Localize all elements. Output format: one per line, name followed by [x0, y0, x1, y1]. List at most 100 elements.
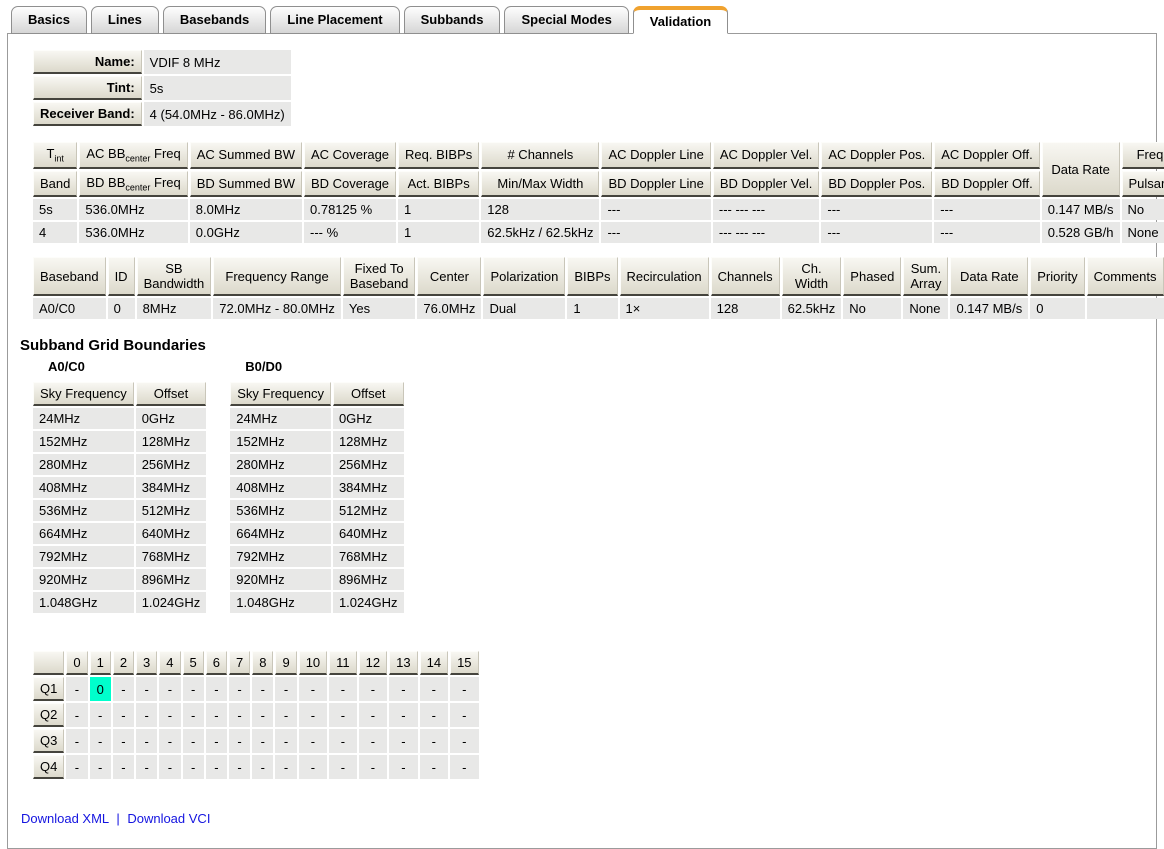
boundary-cell: 536MHz — [33, 500, 134, 521]
validation-summary-table: Tint AC BBcenter Freq AC Summed BW AC Co… — [31, 140, 1164, 245]
boundary-row: 792MHz768MHz — [230, 546, 403, 567]
baseband-row: A0/C008MHz72.0MHz - 80.0MHzYes76.0MHzDua… — [33, 298, 1164, 319]
grid-cell: - — [136, 729, 157, 753]
col-data-rate: Data Rate — [1042, 142, 1120, 197]
grid-cell: - — [90, 755, 111, 779]
grid-cell: - — [450, 755, 478, 779]
tab-line-placement[interactable]: Line Placement — [270, 6, 399, 34]
grid-cell: - — [206, 677, 227, 701]
baseband-col-header: Frequency Range — [213, 257, 341, 296]
link-separator: | — [116, 811, 119, 826]
col-bd-doppler-off: BD Doppler Off. — [934, 171, 1040, 198]
boundary-row: 1.048GHz1.024GHz — [230, 592, 403, 613]
grid-cell: - — [329, 703, 357, 727]
summary-cell: --- — [601, 222, 710, 243]
boundary-group: A0/C0Sky FrequencyOffset24MHz0GHz152MHz1… — [31, 359, 208, 615]
grid-cell: - — [206, 755, 227, 779]
grid-cell: - — [275, 703, 296, 727]
baseband-col-header: Fixed To Baseband — [343, 257, 416, 296]
summary-cell: 4 — [33, 222, 77, 243]
boundary-row: 920MHz896MHz — [33, 569, 206, 590]
boundary-cell: 0GHz — [333, 408, 404, 429]
grid-row: Q3---------------- — [33, 729, 479, 753]
grid-col-header: 12 — [359, 651, 387, 675]
col-act-bibps: Act. BIBPs — [398, 171, 479, 198]
col-ac-doppler-off: AC Doppler Off. — [934, 142, 1040, 169]
baseband-table: BasebandIDSB BandwidthFrequency RangeFix… — [31, 255, 1164, 321]
summary-row: 5s536.0MHz8.0MHz0.78125 %1128------ --- … — [33, 199, 1164, 220]
tab-special-modes[interactable]: Special Modes — [504, 6, 628, 34]
boundary-table: Sky FrequencyOffset24MHz0GHz152MHz128MHz… — [228, 380, 405, 615]
grid-cell: - — [229, 703, 250, 727]
boundary-group-label: A0/C0 — [48, 359, 208, 374]
col-freq-avg: Freq Avg — [1122, 142, 1164, 169]
content-panel: Name: VDIF 8 MHz Tint: 5s Receiver Band:… — [7, 33, 1157, 849]
summary-cell: --- — [934, 199, 1040, 220]
boundary-group-label: B0/D0 — [245, 359, 405, 374]
download-vci-link[interactable]: Download VCI — [127, 811, 210, 826]
boundary-row: 152MHz128MHz — [230, 431, 403, 452]
grid-cell: - — [252, 755, 273, 779]
grid-cell: - — [229, 755, 250, 779]
tab-lines[interactable]: Lines — [91, 6, 159, 34]
boundary-cell: 768MHz — [333, 546, 404, 567]
boundary-cell: 24MHz — [33, 408, 134, 429]
grid-cell: - — [113, 703, 134, 727]
tab-subbands[interactable]: Subbands — [404, 6, 501, 34]
grid-cell: - — [450, 703, 478, 727]
baseband-cell: 0 — [108, 298, 135, 319]
summary-cell: --- — [601, 199, 710, 220]
grid-cell: - — [389, 729, 417, 753]
tab-basebands[interactable]: Basebands — [163, 6, 266, 34]
grid-col-header: 11 — [329, 651, 357, 675]
boundary-cell: 920MHz — [230, 569, 331, 590]
boundary-cell: 128MHz — [136, 431, 207, 452]
col-req-bibps: Req. BIBPs — [398, 142, 479, 169]
boundary-cell: 256MHz — [136, 454, 207, 475]
boundary-row: 408MHz384MHz — [33, 477, 206, 498]
grid-col-header: 9 — [275, 651, 296, 675]
baseband-cell: A0/C0 — [33, 298, 106, 319]
grid-cell: - — [66, 755, 87, 779]
grid-highlight-cell: 0 — [90, 677, 111, 701]
summary-cell: 5s — [33, 199, 77, 220]
quadrant-grid-table: 0123456789101112131415Q1-0--------------… — [31, 649, 481, 781]
boundary-row: 536MHz512MHz — [33, 500, 206, 521]
summary-cell: --- — [934, 222, 1040, 243]
grid-cell: - — [66, 703, 87, 727]
grid-cell: - — [420, 677, 448, 701]
baseband-col-header: Recirculation — [620, 257, 709, 296]
resource-info-table: Name: VDIF 8 MHz Tint: 5s Receiver Band:… — [31, 48, 293, 128]
tab-validation[interactable]: Validation — [633, 6, 728, 34]
grid-cell: - — [389, 677, 417, 701]
grid-cell: - — [90, 703, 111, 727]
baseband-cell: No — [843, 298, 901, 319]
summary-header-row-ac: Tint AC BBcenter Freq AC Summed BW AC Co… — [33, 142, 1164, 169]
grid-cell: - — [183, 755, 204, 779]
boundary-cell: 896MHz — [136, 569, 207, 590]
grid-cell: - — [136, 755, 157, 779]
summary-row: 4536.0MHz0.0GHz--- %162.5kHz / 62.5kHz--… — [33, 222, 1164, 243]
boundary-col-header: Offset — [333, 382, 404, 406]
grid-row: Q4---------------- — [33, 755, 479, 779]
grid-col-header: 3 — [136, 651, 157, 675]
tab-basics[interactable]: Basics — [11, 6, 87, 34]
download-xml-link[interactable]: Download XML — [21, 811, 109, 826]
boundary-cell: 792MHz — [230, 546, 331, 567]
grid-cell: - — [113, 729, 134, 753]
boundary-cell: 24MHz — [230, 408, 331, 429]
grid-cell: - — [206, 729, 227, 753]
baseband-cell: 72.0MHz - 80.0MHz — [213, 298, 341, 319]
grid-row: Q1-0-------------- — [33, 677, 479, 701]
summary-cell: 1 — [398, 222, 479, 243]
grid-col-header: 0 — [66, 651, 87, 675]
grid-cell: - — [66, 677, 87, 701]
summary-cell: 8.0MHz — [190, 199, 302, 220]
col-ac-doppler-vel: AC Doppler Vel. — [713, 142, 820, 169]
boundary-row: 664MHz640MHz — [230, 523, 403, 544]
grid-cell: - — [252, 729, 273, 753]
grid-col-header: 6 — [206, 651, 227, 675]
grid-col-header: 14 — [420, 651, 448, 675]
grid-cell: - — [329, 755, 357, 779]
boundary-cell: 408MHz — [230, 477, 331, 498]
